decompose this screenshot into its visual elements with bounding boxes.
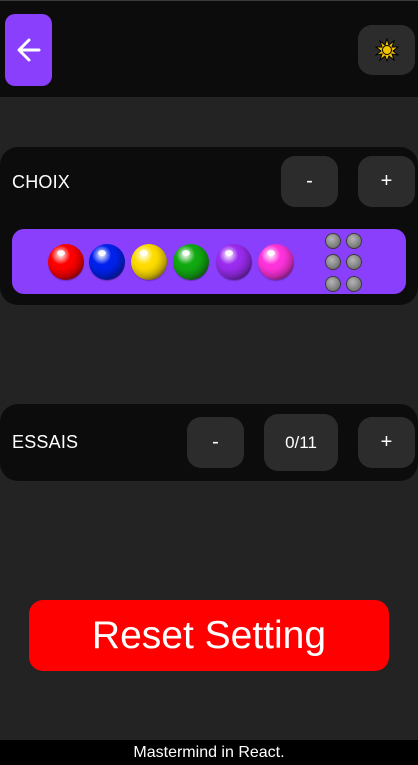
color-ball-red[interactable] bbox=[48, 244, 84, 280]
feedback-peg bbox=[325, 254, 341, 270]
theme-toggle-button[interactable] bbox=[358, 25, 415, 75]
essais-panel: ESSAIS - 0/11 + bbox=[0, 404, 418, 481]
footer: Mastermind in React. bbox=[0, 740, 418, 765]
essais-label: ESSAIS bbox=[12, 432, 79, 452]
feedback-peg bbox=[325, 233, 341, 249]
color-ball-green[interactable] bbox=[173, 244, 209, 280]
feedback-peg bbox=[346, 233, 362, 249]
color-palette bbox=[12, 229, 406, 294]
color-ball-yellow[interactable] bbox=[131, 244, 167, 280]
essais-decrement-button[interactable]: - bbox=[187, 417, 244, 468]
back-button[interactable] bbox=[5, 14, 52, 86]
header-bar bbox=[0, 0, 418, 97]
arrow-left-icon bbox=[17, 38, 40, 62]
reset-setting-button[interactable]: Reset Setting bbox=[29, 600, 389, 671]
feedback-peg bbox=[325, 276, 341, 292]
feedback-peg bbox=[346, 276, 362, 292]
color-ball-purple[interactable] bbox=[216, 244, 252, 280]
essais-increment-button[interactable]: + bbox=[358, 417, 415, 468]
choix-panel: CHOIX - + bbox=[0, 147, 418, 305]
choix-label: CHOIX bbox=[12, 172, 71, 192]
color-ball-blue[interactable] bbox=[89, 244, 125, 280]
choix-decrement-button[interactable]: - bbox=[281, 156, 338, 207]
footer-text: Mastermind in React. bbox=[133, 743, 285, 761]
feedback-peg bbox=[346, 254, 362, 270]
essais-counter: 0/11 bbox=[264, 414, 338, 471]
color-ball-pink[interactable] bbox=[258, 244, 294, 280]
choix-increment-button[interactable]: + bbox=[358, 156, 415, 207]
sun-icon bbox=[374, 38, 399, 62]
